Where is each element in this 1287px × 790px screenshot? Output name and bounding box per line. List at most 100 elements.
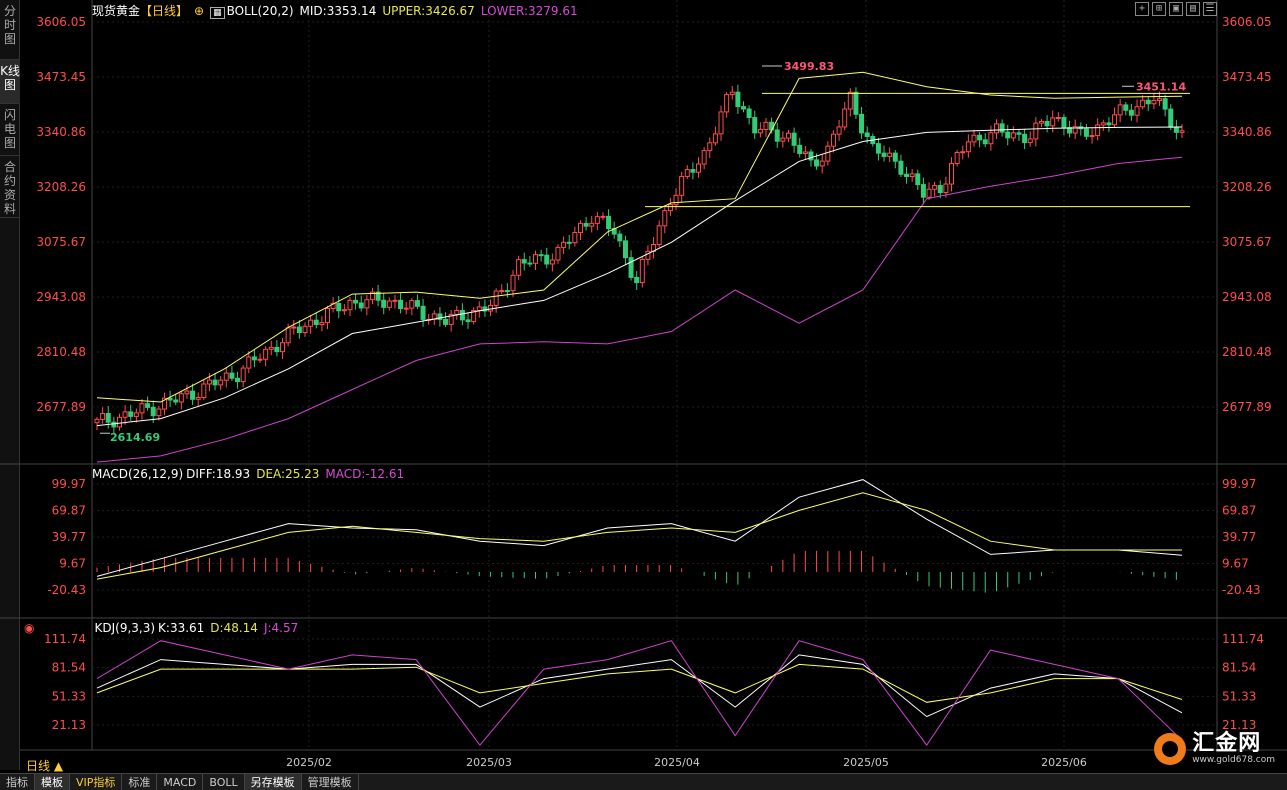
candle-body xyxy=(690,169,696,173)
candle-body xyxy=(853,91,859,115)
candle-body xyxy=(1145,99,1151,105)
candle-body xyxy=(1100,122,1106,126)
settings-icon[interactable]: ☰ xyxy=(1203,2,1217,16)
candle-body xyxy=(904,173,910,178)
candle-body xyxy=(420,305,426,320)
candle-body xyxy=(791,132,797,146)
candle-body xyxy=(409,300,415,309)
boll-upper-value: UPPER:3426.67 xyxy=(382,4,475,18)
candle-body xyxy=(724,94,730,113)
period-tag: 【日线】 xyxy=(140,4,189,18)
candle-body xyxy=(1117,104,1123,116)
candle-body xyxy=(932,185,938,190)
candle-body xyxy=(302,325,308,334)
tab-templates[interactable]: 模板 xyxy=(35,774,70,790)
instrument-name: 现货黄金 xyxy=(92,4,141,18)
candle-body xyxy=(493,290,499,306)
candle-body xyxy=(229,372,235,379)
high-price-label: 3499.83 xyxy=(784,60,834,73)
candle-body xyxy=(847,91,853,110)
boll-indicator-label: BOLL(20,2) xyxy=(226,4,294,18)
candle-body xyxy=(634,276,640,284)
candle-body xyxy=(268,346,274,350)
chart-icon[interactable]: ▤ xyxy=(1186,2,1200,16)
candle-body xyxy=(336,302,342,312)
candle-body xyxy=(133,412,139,417)
candle-body xyxy=(842,108,848,128)
candle-body xyxy=(679,175,685,196)
tab-manage-templates[interactable]: 管理模板 xyxy=(302,774,359,790)
recent-high-label: 3451.14 xyxy=(1136,80,1186,93)
macd-tick-left: 9.67 xyxy=(59,557,86,571)
candle-body xyxy=(1033,122,1039,140)
tab-save-template[interactable]: 另存模板 xyxy=(244,774,302,790)
candle-body xyxy=(594,216,600,224)
candle-body xyxy=(398,299,404,310)
candle-body xyxy=(993,123,999,134)
candle-body xyxy=(819,160,825,167)
tab-macd[interactable]: MACD xyxy=(157,774,204,790)
layout-icon[interactable]: ▣ xyxy=(1169,2,1183,16)
price-tick-left: 3208.26 xyxy=(36,180,86,194)
boll-upper-line xyxy=(96,71,1183,403)
candle-body xyxy=(561,241,567,248)
candle-body xyxy=(263,348,269,360)
add-icon[interactable]: ⊕ xyxy=(194,4,204,18)
kdj-tick-right: 51.33 xyxy=(1222,689,1256,703)
candle-body xyxy=(887,152,893,157)
candle-body xyxy=(1055,116,1061,119)
candle-body xyxy=(1151,100,1157,105)
candle-body xyxy=(909,173,915,178)
price-chart[interactable]: 2025/02 2025/03 2025/04 2025/05 2025/06 3606.… xyxy=(0,0,1287,773)
tab-indicators[interactable]: 指标 xyxy=(0,774,35,790)
candle-body xyxy=(1044,120,1050,127)
candle-body xyxy=(746,108,752,119)
candle-body xyxy=(757,128,763,134)
candle-body xyxy=(780,137,786,142)
candle-body xyxy=(465,319,471,323)
candle-body xyxy=(504,290,510,293)
candle-body xyxy=(296,326,302,334)
time-tick-label: 2025/03 xyxy=(466,756,512,769)
candle-body xyxy=(673,194,679,206)
toggle-icon[interactable]: ▦ xyxy=(210,7,225,19)
candle-body xyxy=(459,310,465,321)
candle-body xyxy=(982,139,988,145)
time-tick-label: 2025/04 xyxy=(654,756,700,769)
candle-body xyxy=(662,210,668,227)
candle-body xyxy=(920,184,926,198)
low-price-label: 2614.69 xyxy=(110,431,160,444)
tab-boll[interactable]: BOLL xyxy=(203,774,245,790)
candle-body xyxy=(572,232,578,244)
candle-body xyxy=(206,379,212,385)
tab-vip-indicators[interactable]: VIP指标 xyxy=(70,774,123,790)
zoom-icon[interactable]: ⊞ xyxy=(1152,2,1166,16)
candle-body xyxy=(218,379,224,386)
candle-body xyxy=(667,204,673,212)
candle-body xyxy=(718,111,724,135)
tab-standard[interactable]: 标准 xyxy=(122,774,158,790)
macd-tick-right: 99.97 xyxy=(1222,477,1256,491)
candle-body xyxy=(965,141,971,153)
candle-body xyxy=(324,308,330,324)
price-tick-right: 3208.26 xyxy=(1222,180,1272,194)
candle-body xyxy=(347,299,353,311)
macd-dea-line xyxy=(96,492,1182,580)
candle-body xyxy=(735,91,741,108)
kdj-settings-icon[interactable]: ◉ xyxy=(24,621,34,635)
candle-body xyxy=(555,246,561,261)
candle-body xyxy=(280,342,286,353)
candle-body xyxy=(353,299,359,304)
candle-body xyxy=(521,259,527,264)
price-tick-right: 3340.86 xyxy=(1222,125,1272,139)
candle-body xyxy=(875,143,881,154)
candle-body xyxy=(184,390,190,395)
candle-body xyxy=(251,356,257,361)
period-selector[interactable]: 日线 ▲ xyxy=(26,757,63,774)
boll-lower-line xyxy=(96,156,1183,463)
candle-body xyxy=(1095,124,1101,137)
candle-body xyxy=(797,144,803,155)
time-tick-label: 2025/06 xyxy=(1041,756,1087,769)
candle-body xyxy=(235,377,241,383)
crosshair-icon[interactable]: + xyxy=(1135,2,1149,16)
